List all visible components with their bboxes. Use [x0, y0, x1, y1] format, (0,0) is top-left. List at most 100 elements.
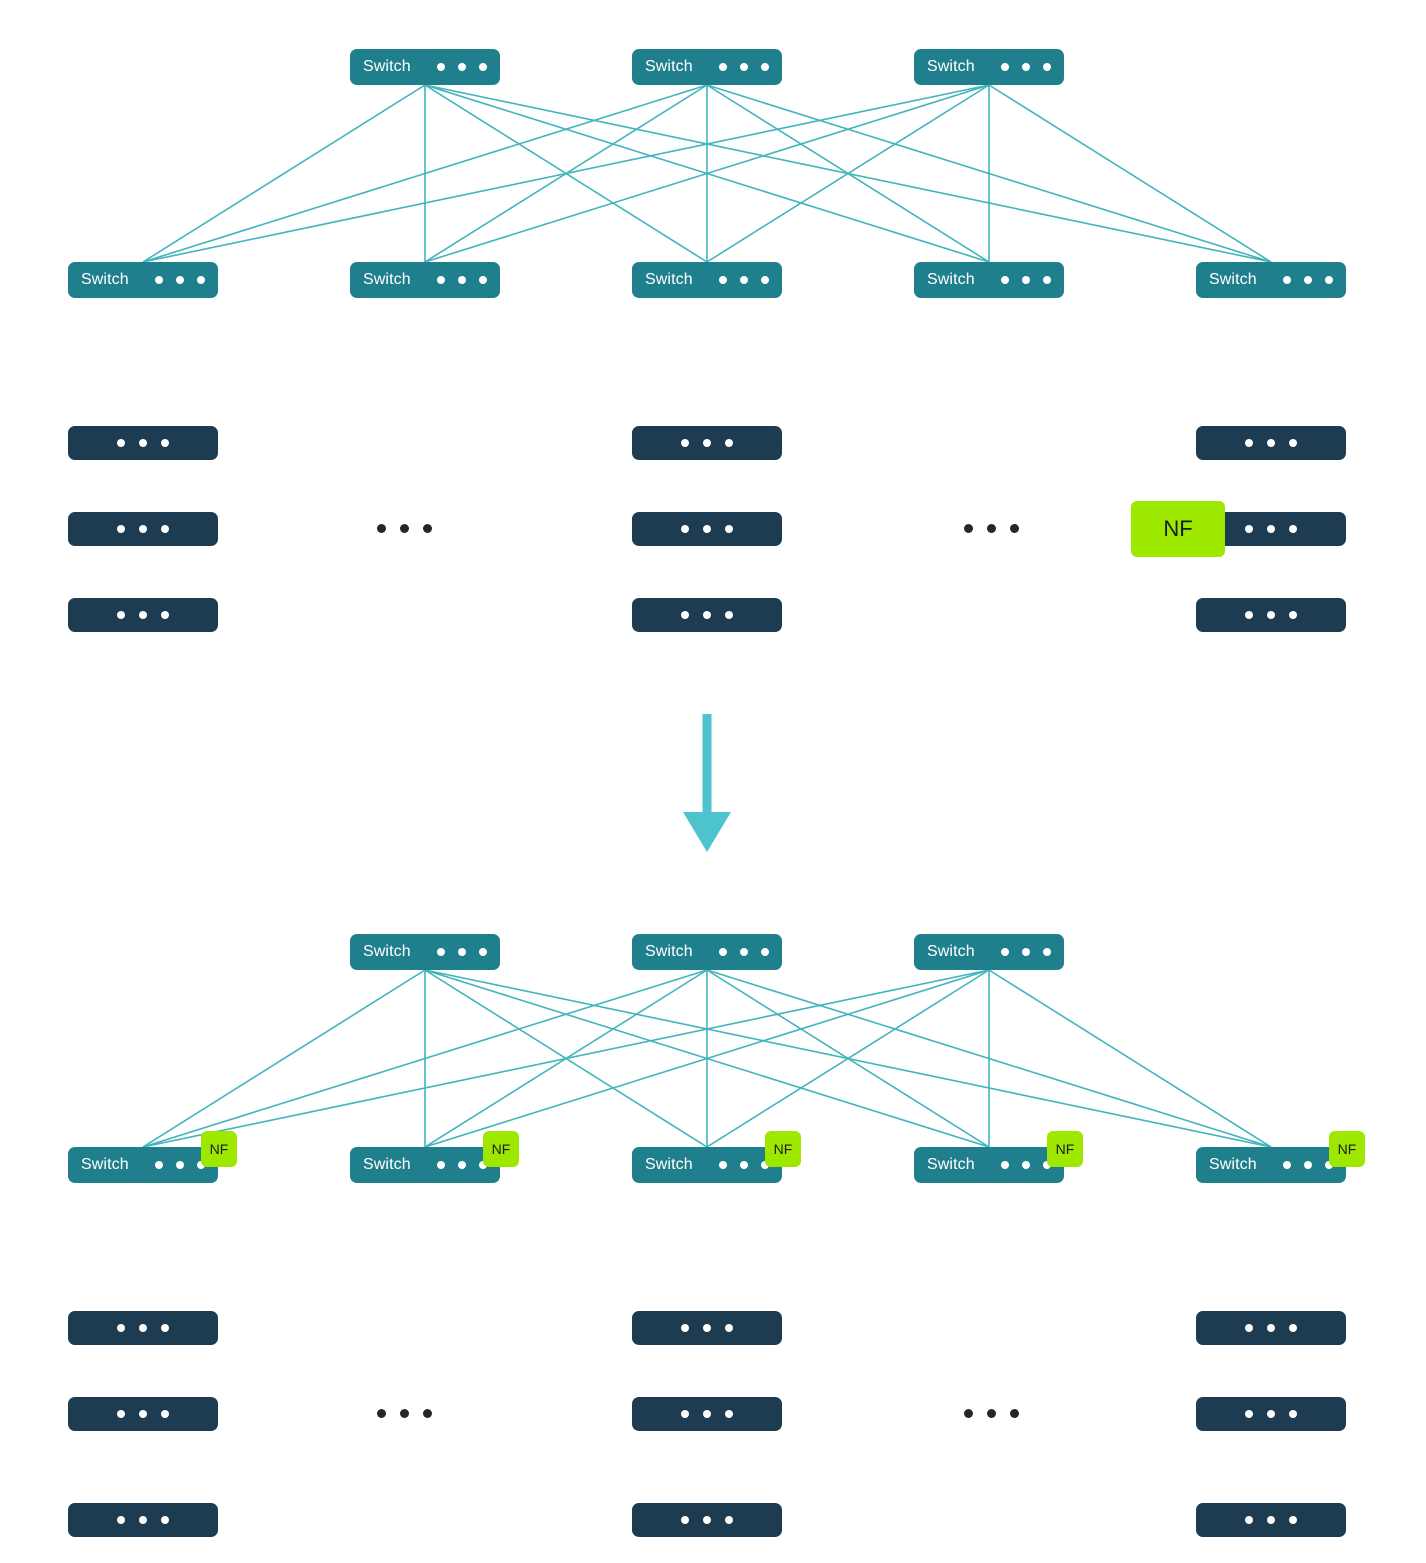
- spine-switch-2-after[interactable]: Switch: [632, 934, 782, 970]
- horizontal-ellipsis-icon: [377, 1409, 432, 1418]
- server-node[interactable]: [1196, 1503, 1346, 1537]
- switch-label: Switch: [927, 943, 975, 960]
- server-node[interactable]: [68, 426, 218, 460]
- three-dots-icon: [437, 63, 487, 71]
- leaf-switch-5-after[interactable]: Switch: [1196, 1147, 1346, 1183]
- server-node[interactable]: [632, 426, 782, 460]
- server-node[interactable]: [68, 1503, 218, 1537]
- server-node[interactable]: [68, 598, 218, 632]
- switch-label: Switch: [927, 58, 975, 75]
- three-dots-icon: [1001, 63, 1051, 71]
- leaf-switch-2[interactable]: Switch: [350, 262, 500, 298]
- leaf-switch-4[interactable]: Switch: [914, 262, 1064, 298]
- switch-label: Switch: [1209, 1156, 1257, 1173]
- switch-label: Switch: [81, 271, 129, 288]
- three-dots-icon: [117, 525, 169, 533]
- spine-switch-1[interactable]: Switch: [350, 49, 500, 85]
- three-dots-icon: [117, 439, 169, 447]
- three-dots-icon: [1283, 1161, 1333, 1169]
- leaf-switch-1-after[interactable]: Switch: [68, 1147, 218, 1183]
- leaf-switch-4-after[interactable]: Switch: [914, 1147, 1064, 1183]
- mesh-after: [142, 969, 1272, 1148]
- leaf-switch-3-after[interactable]: Switch: [632, 1147, 782, 1183]
- server-node[interactable]: [68, 1397, 218, 1431]
- three-dots-icon: [681, 1516, 733, 1524]
- spine-switch-1-after[interactable]: Switch: [350, 934, 500, 970]
- nf-label: NF: [1055, 1141, 1075, 1157]
- switch-label: Switch: [645, 271, 693, 288]
- switch-label: Switch: [927, 1156, 975, 1173]
- three-dots-icon: [1245, 1516, 1297, 1524]
- three-dots-icon: [117, 611, 169, 619]
- switch-label: Switch: [81, 1156, 129, 1173]
- three-dots-icon: [681, 439, 733, 447]
- three-dots-icon: [681, 525, 733, 533]
- three-dots-icon: [437, 1161, 487, 1169]
- server-node[interactable]: [68, 1311, 218, 1345]
- three-dots-icon: [437, 276, 487, 284]
- three-dots-icon: [1245, 611, 1297, 619]
- switch-label: Switch: [1209, 271, 1257, 288]
- three-dots-icon: [719, 276, 769, 284]
- three-dots-icon: [681, 1324, 733, 1332]
- switch-label: Switch: [645, 1156, 693, 1173]
- server-node[interactable]: [1196, 598, 1346, 632]
- nf-label: NF: [773, 1141, 793, 1157]
- nf-badge[interactable]: NF: [483, 1131, 519, 1167]
- three-dots-icon: [1245, 1324, 1297, 1332]
- nf-label: NF: [209, 1141, 229, 1157]
- three-dots-icon: [719, 1161, 769, 1169]
- nf-badge[interactable]: NF: [201, 1131, 237, 1167]
- spine-switch-3-after[interactable]: Switch: [914, 934, 1064, 970]
- three-dots-icon: [1283, 276, 1333, 284]
- three-dots-icon: [155, 276, 205, 284]
- nf-label: NF: [1337, 1141, 1357, 1157]
- nf-box[interactable]: NF: [1131, 501, 1225, 557]
- spine-switch-2[interactable]: Switch: [632, 49, 782, 85]
- nf-badge[interactable]: NF: [765, 1131, 801, 1167]
- server-node[interactable]: [632, 1397, 782, 1431]
- diagram-canvas: Switch Switch Switch Switch Switch Switc…: [0, 0, 1426, 1563]
- transition-arrow: [683, 714, 731, 852]
- server-node[interactable]: [68, 512, 218, 546]
- server-node[interactable]: [1196, 1397, 1346, 1431]
- switch-label: Switch: [363, 271, 411, 288]
- three-dots-icon: [1245, 439, 1297, 447]
- three-dots-icon: [437, 948, 487, 956]
- three-dots-icon: [117, 1324, 169, 1332]
- server-node[interactable]: [632, 1311, 782, 1345]
- three-dots-icon: [117, 1410, 169, 1418]
- horizontal-ellipsis-icon: [964, 524, 1019, 533]
- three-dots-icon: [1001, 948, 1051, 956]
- server-node[interactable]: [632, 1503, 782, 1537]
- server-node[interactable]: [1196, 426, 1346, 460]
- switch-label: Switch: [363, 58, 411, 75]
- switch-label: Switch: [645, 943, 693, 960]
- server-node[interactable]: [1196, 1311, 1346, 1345]
- horizontal-ellipsis-icon: [964, 1409, 1019, 1418]
- three-dots-icon: [719, 948, 769, 956]
- three-dots-icon: [1001, 1161, 1051, 1169]
- server-node[interactable]: [632, 512, 782, 546]
- leaf-switch-5[interactable]: Switch: [1196, 262, 1346, 298]
- three-dots-icon: [719, 63, 769, 71]
- leaf-switch-2-after[interactable]: Switch: [350, 1147, 500, 1183]
- three-dots-icon: [1001, 276, 1051, 284]
- three-dots-icon: [117, 1516, 169, 1524]
- server-node[interactable]: [632, 598, 782, 632]
- nf-badge[interactable]: NF: [1329, 1131, 1365, 1167]
- nf-badge[interactable]: NF: [1047, 1131, 1083, 1167]
- horizontal-ellipsis-icon: [377, 524, 432, 533]
- mesh-before: [142, 84, 1272, 263]
- three-dots-icon: [155, 1161, 205, 1169]
- three-dots-icon: [1245, 1410, 1297, 1418]
- switch-label: Switch: [363, 1156, 411, 1173]
- switch-label: Switch: [927, 271, 975, 288]
- leaf-switch-1[interactable]: Switch: [68, 262, 218, 298]
- switch-label: Switch: [645, 58, 693, 75]
- three-dots-icon: [681, 611, 733, 619]
- nf-label: NF: [1163, 516, 1193, 541]
- nf-label: NF: [491, 1141, 511, 1157]
- leaf-switch-3[interactable]: Switch: [632, 262, 782, 298]
- spine-switch-3[interactable]: Switch: [914, 49, 1064, 85]
